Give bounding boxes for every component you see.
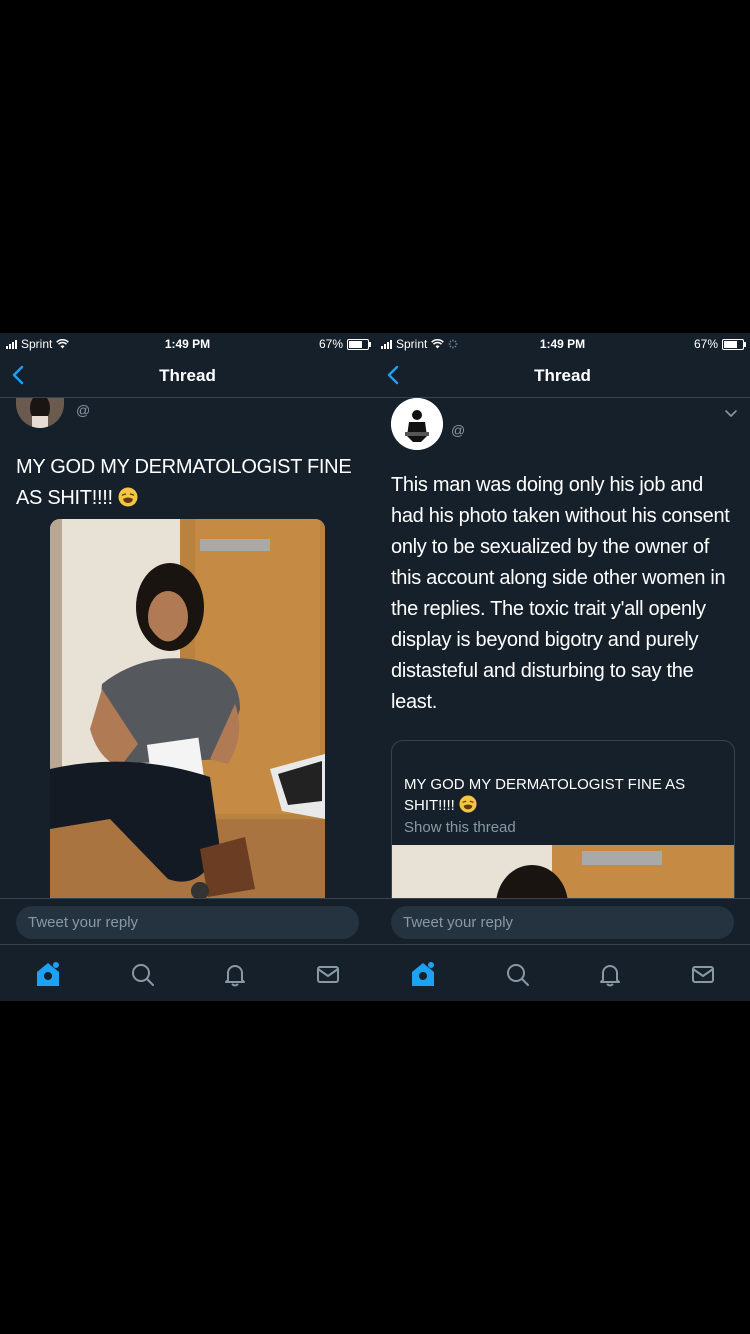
search-icon[interactable] bbox=[502, 959, 532, 989]
chevron-down-icon[interactable] bbox=[724, 408, 738, 418]
avatar[interactable] bbox=[391, 398, 443, 450]
tweet-text: This man was doing only his job and had … bbox=[391, 474, 730, 713]
bell-icon[interactable] bbox=[595, 959, 625, 989]
battery-icon bbox=[347, 338, 371, 350]
bell-icon[interactable] bbox=[220, 959, 250, 989]
user-handle: @ bbox=[76, 402, 91, 418]
tweet-photo[interactable] bbox=[50, 519, 325, 899]
reply-bar bbox=[375, 898, 750, 945]
user-handle: @ bbox=[451, 422, 466, 438]
home-icon[interactable] bbox=[33, 959, 63, 989]
weary-face-emoji bbox=[459, 795, 477, 813]
status-bar: Sprint 1:49 PM 67% bbox=[0, 333, 375, 355]
nav-bar: Thread bbox=[0, 355, 375, 398]
thread-content: @ This man was doing only his job and ha… bbox=[375, 398, 750, 899]
search-icon[interactable] bbox=[127, 959, 157, 989]
avatar[interactable] bbox=[16, 398, 64, 428]
status-bar: Sprint 1:49 PM 67% bbox=[375, 333, 750, 355]
show-thread-link[interactable]: Show this thread bbox=[404, 819, 516, 836]
left-screenshot: Sprint 1:49 PM 67% Thread @ MY GOD MY DE… bbox=[0, 333, 375, 1001]
weary-face-emoji bbox=[118, 487, 138, 507]
quoted-tweet[interactable]: MY GOD MY DERMATOLOGIST FINE AS SHIT!!!!… bbox=[391, 740, 735, 899]
nav-bar: Thread bbox=[375, 355, 750, 398]
right-screenshot: Sprint 1:49 PM 67% Thread @ This man was… bbox=[375, 333, 750, 1001]
thread-content: @ MY GOD MY DERMATOLOGIST FINE AS SHIT!!… bbox=[0, 398, 375, 899]
tab-bar bbox=[0, 944, 375, 1001]
reply-input[interactable] bbox=[16, 906, 359, 939]
battery-percent: 67% bbox=[693, 337, 718, 351]
tweet-text: MY GOD MY DERMATOLOGIST FINE AS SHIT!!!! bbox=[16, 456, 352, 509]
mail-icon[interactable] bbox=[688, 959, 718, 989]
reply-input[interactable] bbox=[391, 906, 734, 939]
battery-icon bbox=[722, 338, 746, 350]
tab-bar bbox=[375, 944, 750, 1001]
mail-icon[interactable] bbox=[313, 959, 343, 989]
battery-percent: 67% bbox=[318, 337, 343, 351]
page-title: Thread bbox=[534, 366, 591, 385]
page-title: Thread bbox=[159, 366, 216, 385]
home-icon[interactable] bbox=[408, 959, 438, 989]
quoted-tweet-photo bbox=[392, 845, 734, 899]
reply-bar bbox=[0, 898, 375, 945]
quoted-tweet-text: MY GOD MY DERMATOLOGIST FINE AS SHIT!!!! bbox=[404, 776, 686, 814]
